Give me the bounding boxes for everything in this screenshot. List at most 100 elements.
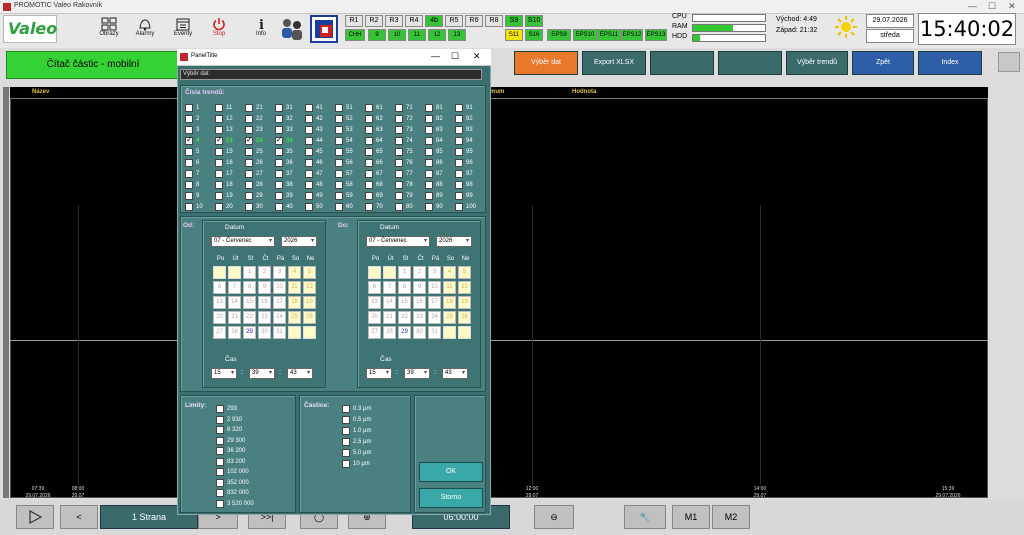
calendar-day[interactable]: 7 (228, 281, 241, 294)
trend-14-checkbox[interactable] (215, 135, 223, 145)
particle-checkbox[interactable] (342, 405, 350, 413)
trend-34-checkbox[interactable] (275, 135, 283, 145)
machine-eps13-button[interactable]: EPS13 (645, 29, 667, 41)
limit-checkbox[interactable] (216, 405, 224, 413)
trend-56-checkbox[interactable] (335, 159, 343, 167)
maximize-icon[interactable]: ☐ (988, 1, 996, 12)
calendar-day[interactable]: 18 (443, 296, 456, 309)
trend-82-checkbox[interactable] (425, 115, 433, 123)
calendar-day[interactable]: 20 (368, 311, 381, 324)
trend-87-checkbox[interactable] (425, 170, 433, 178)
particle-checkbox[interactable] (342, 460, 350, 468)
trend-40-checkbox[interactable] (275, 203, 283, 211)
calendar-day[interactable]: 29 (243, 326, 256, 339)
calendar-day[interactable]: 13 (213, 296, 226, 309)
calendar-day[interactable]: 22 (398, 311, 411, 324)
calendar-day[interactable]: 8 (243, 281, 256, 294)
machine-s9-button[interactable]: S9 (505, 15, 523, 27)
particle-checkbox[interactable] (342, 416, 350, 424)
prev-page-button[interactable]: < (60, 505, 98, 529)
calendar-day[interactable]: 28 (383, 326, 396, 339)
trend-81-checkbox[interactable] (425, 104, 433, 112)
trend-17-checkbox[interactable] (215, 170, 223, 178)
trend-85-checkbox[interactable] (425, 148, 433, 156)
trend-92-checkbox[interactable] (455, 115, 463, 123)
trend-84-checkbox[interactable] (425, 137, 433, 145)
nav-button-0[interactable]: Výběr dat (514, 51, 578, 75)
trend-74-checkbox[interactable] (395, 137, 403, 145)
trend-48-checkbox[interactable] (305, 181, 313, 189)
calendar-day[interactable]: 21 (228, 311, 241, 324)
trend-1-checkbox[interactable] (185, 104, 193, 112)
scrollbar[interactable] (3, 87, 9, 498)
trend-55-checkbox[interactable] (335, 148, 343, 156)
trend-89-checkbox[interactable] (425, 192, 433, 200)
trend-100-checkbox[interactable] (455, 203, 463, 211)
machine-eps12-button[interactable]: EPS12 (621, 29, 643, 41)
trend-77-checkbox[interactable] (395, 170, 403, 178)
cancel-button[interactable]: Storno (419, 488, 483, 508)
settings-button[interactable]: 🔧 (624, 505, 666, 529)
trend-73-checkbox[interactable] (395, 126, 403, 134)
trend-80-checkbox[interactable] (395, 203, 403, 211)
calendar-day[interactable]: 12 (303, 281, 316, 294)
toolbar-info-button[interactable]: i Info (244, 16, 278, 44)
trend-4-checkbox[interactable] (185, 135, 193, 145)
trend-98-checkbox[interactable] (455, 181, 463, 189)
limit-checkbox[interactable] (216, 447, 224, 455)
trend-76-checkbox[interactable] (395, 159, 403, 167)
trend-37-checkbox[interactable] (275, 170, 283, 178)
trend-67-checkbox[interactable] (365, 170, 373, 178)
calendar-day[interactable]: 17 (273, 296, 286, 309)
trend-71-checkbox[interactable] (395, 104, 403, 112)
nav-button-3[interactable] (718, 51, 782, 75)
trend-52-checkbox[interactable] (335, 115, 343, 123)
limit-checkbox[interactable] (216, 489, 224, 497)
machine-eps11-button[interactable]: EPS11 (597, 29, 621, 41)
trend-95-checkbox[interactable] (455, 148, 463, 156)
trend-59-checkbox[interactable] (335, 192, 343, 200)
calendar-day[interactable]: 3 (428, 266, 441, 279)
machine-s16-button[interactable]: S16 (525, 29, 543, 41)
trend-94-checkbox[interactable] (455, 137, 463, 145)
machine-r2-button[interactable]: R2 (365, 15, 383, 27)
limit-checkbox[interactable] (216, 468, 224, 476)
nav-button-1[interactable]: Export XLSX (582, 51, 646, 75)
trend-39-checkbox[interactable] (275, 192, 283, 200)
nav-button-5[interactable]: Zpět (852, 51, 914, 75)
nav-button-2[interactable] (650, 51, 714, 75)
play-button[interactable] (16, 505, 54, 529)
system-logo-icon[interactable] (310, 15, 338, 43)
trend-57-checkbox[interactable] (335, 170, 343, 178)
trend-3-checkbox[interactable] (185, 126, 193, 134)
limit-checkbox[interactable] (216, 415, 224, 424)
machine-r5-button[interactable]: R5 (445, 15, 463, 27)
from-minute-select[interactable]: 39 (249, 368, 275, 379)
trend-99-checkbox[interactable] (455, 192, 463, 200)
calendar-day[interactable]: 14 (383, 296, 396, 309)
trend-20-checkbox[interactable] (215, 203, 223, 211)
calendar-day[interactable]: 18 (288, 296, 301, 309)
from-year-select[interactable]: 2026 (281, 236, 317, 247)
trend-49-checkbox[interactable] (305, 192, 313, 200)
calendar-day[interactable]: 2 (258, 266, 271, 279)
trend-44-checkbox[interactable] (305, 137, 313, 145)
trend-72-checkbox[interactable] (395, 115, 403, 123)
trend-70-checkbox[interactable] (365, 203, 373, 211)
calendar-day[interactable]: 7 (383, 281, 396, 294)
trend-43-checkbox[interactable] (305, 126, 313, 134)
nav-button-6[interactable]: Index (918, 51, 982, 75)
trend-23-checkbox[interactable] (245, 126, 253, 134)
nav-button-4[interactable]: Výběr trendů (786, 51, 848, 75)
trend-96-checkbox[interactable] (455, 159, 463, 167)
calendar-day[interactable]: 9 (258, 281, 271, 294)
calendar-day[interactable]: 24 (428, 311, 441, 324)
calendar-day[interactable]: 31 (273, 326, 286, 339)
machine-11-button[interactable]: 11 (408, 29, 426, 41)
trend-54-checkbox[interactable] (335, 137, 343, 145)
trend-16-checkbox[interactable] (215, 159, 223, 167)
trend-24-checkbox[interactable] (245, 135, 253, 145)
calendar-day[interactable]: 9 (413, 281, 426, 294)
calendar-day[interactable]: 11 (288, 281, 301, 294)
particle-checkbox[interactable] (342, 427, 350, 435)
